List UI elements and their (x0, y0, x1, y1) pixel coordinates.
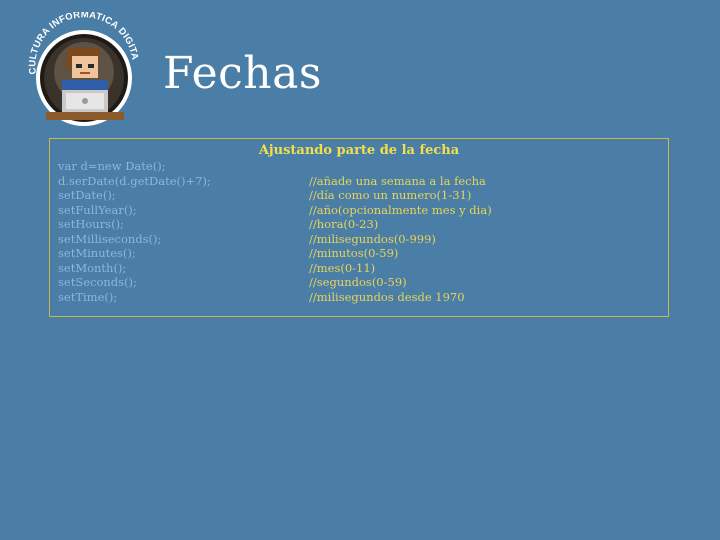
code-statement: setTime(); (58, 289, 118, 304)
code-comment: //hora(0-23) (309, 217, 379, 231)
code-panel: Ajustando parte de la fecha var d=new Da… (49, 138, 669, 317)
code-line: setHours(); //hora(0-23) (58, 217, 660, 232)
code-comment: //año(opcionalmente mes y dia) (309, 202, 492, 217)
panel-heading: Ajustando parte de la fecha (258, 143, 460, 158)
page-title: Fechas (163, 48, 322, 99)
code-list: var d=new Date(); d.serDate(d.getDate()+… (58, 159, 660, 304)
code-statement: setMinutes(); (58, 246, 136, 260)
code-line: d.serDate(d.getDate()+7); //añade una se… (58, 174, 660, 189)
code-comment: //añade una semana a la fecha (309, 173, 486, 188)
code-statement: setMilliseconds(); (58, 231, 162, 246)
code-statement: var d=new Date(); (58, 159, 166, 173)
code-line: setFullYear(); //año(opcionalmente mes y… (58, 203, 660, 218)
code-comment: //día como un numero(1-31) (309, 188, 472, 202)
code-line: var d=new Date(); (58, 159, 660, 174)
code-line: setDate(); //día como un numero(1-31) (58, 188, 660, 203)
code-statement: setHours(); (58, 217, 124, 231)
code-statement: setDate(); (58, 188, 116, 202)
code-line: setMilliseconds(); //milisegundos(0-999) (58, 232, 660, 247)
code-line: setTime(); //milisegundos desde 1970 (58, 290, 660, 305)
code-line: setSeconds(); //segundos(0-59) (58, 275, 660, 290)
code-comment: //minutos(0-59) (309, 246, 399, 260)
code-statement: setFullYear(); (58, 202, 137, 217)
code-statement: d.serDate(d.getDate()+7); (58, 173, 211, 188)
programmer-at-laptop-icon: CULTURA INFORMATICA DIGITAL (22, 12, 140, 126)
code-line: setMonth(); //mes(0-11) (58, 261, 660, 276)
code-comment: //mes(0-11) (309, 260, 376, 275)
code-comment: //milisegundos desde 1970 (309, 289, 465, 304)
code-line: setMinutes(); //minutos(0-59) (58, 246, 660, 261)
brand-logo: CULTURA INFORMATICA DIGITAL (22, 12, 140, 130)
code-comment: //segundos(0-59) (309, 275, 407, 289)
code-statement: setMonth(); (58, 260, 127, 275)
code-comment: //milisegundos(0-999) (309, 231, 436, 246)
code-statement: setSeconds(); (58, 275, 137, 289)
